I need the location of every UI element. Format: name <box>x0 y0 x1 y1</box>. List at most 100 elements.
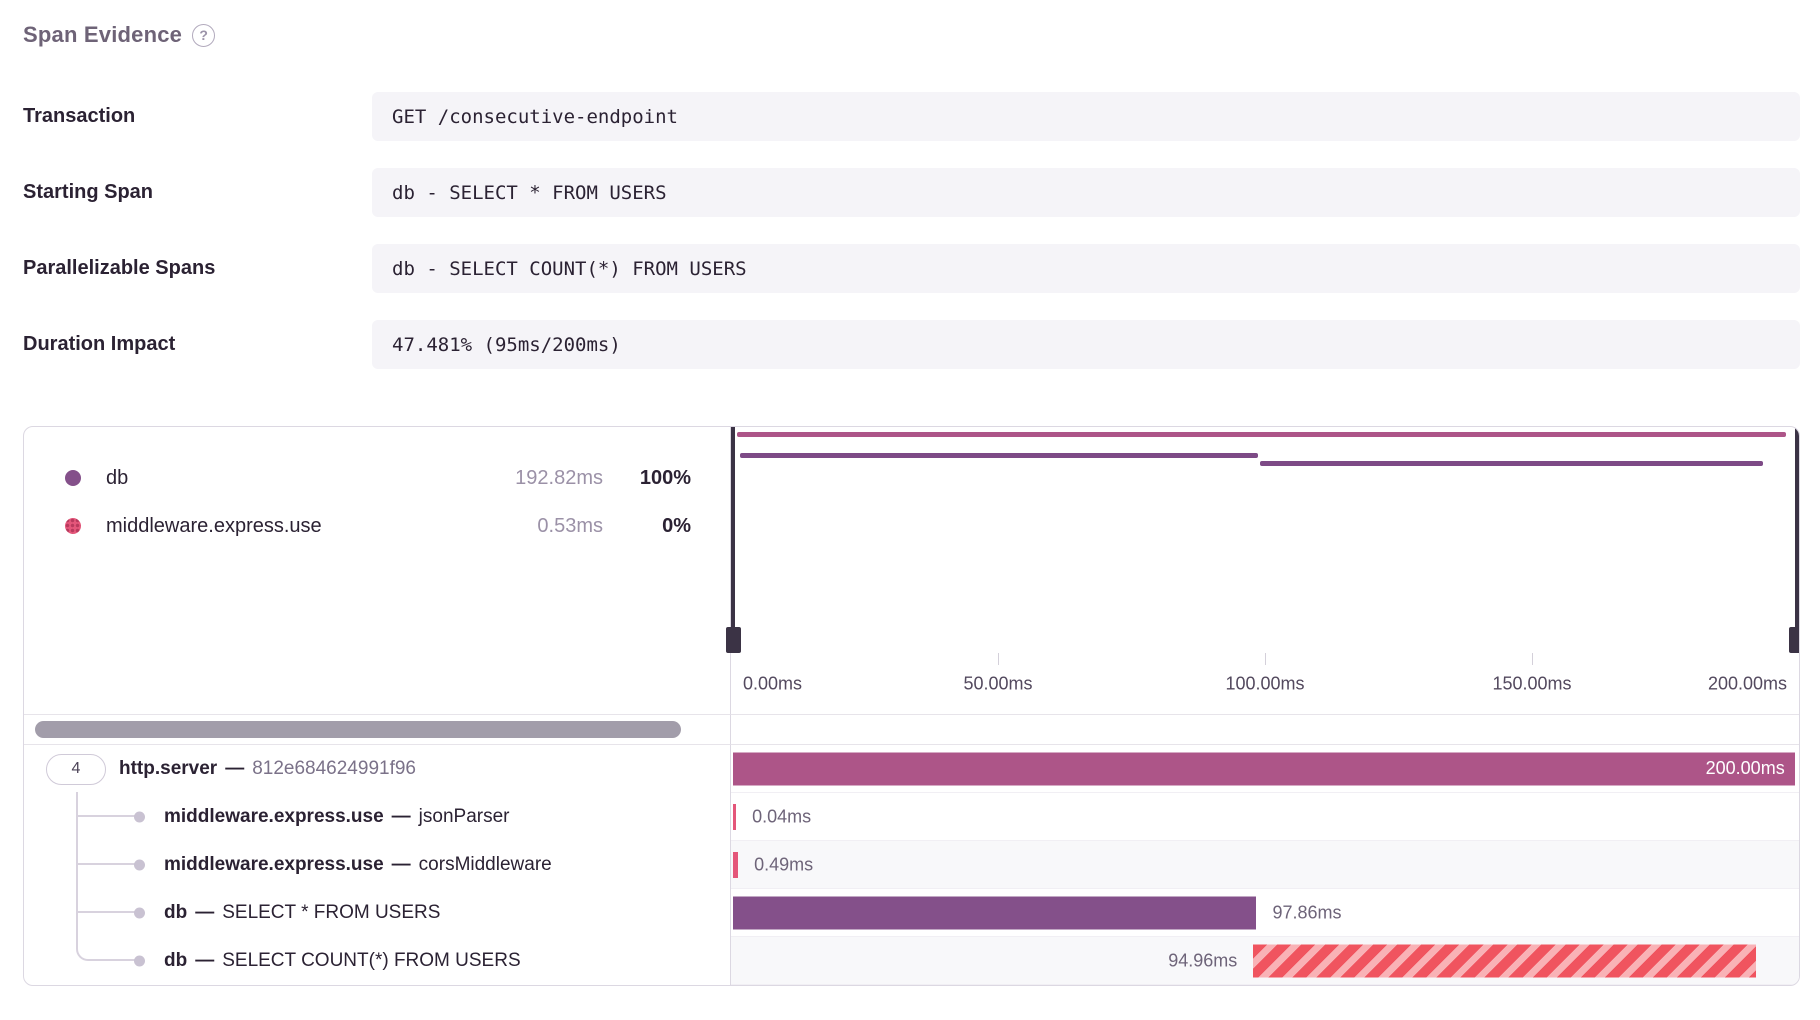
span-tree-row[interactable]: middleware.express.use — corsMiddleware <box>24 841 730 889</box>
horizontal-scrollbar-thumb[interactable] <box>35 721 681 738</box>
span-tree-row[interactable]: middleware.express.use — jsonParser <box>24 793 730 841</box>
legend-series-percent: 100% <box>603 467 691 490</box>
evidence-value-text: 47.481% (95ms/200ms) <box>392 334 621 356</box>
span-operation: db <box>164 950 187 972</box>
span-description: SELECT COUNT(*) FROM USERS <box>222 950 520 972</box>
span-duration-label: 0.04ms <box>752 806 811 827</box>
tree-connector-line <box>76 817 78 842</box>
minimap-span-line <box>737 432 1786 437</box>
evidence-value-text: GET /consecutive-endpoint <box>392 106 678 128</box>
evidence-value-text: db - SELECT * FROM USERS <box>392 182 667 204</box>
legend-series-dot-icon <box>65 518 81 534</box>
tree-connector-line <box>76 913 78 938</box>
tree-connector-elbow <box>76 888 140 913</box>
evidence-value-text: db - SELECT COUNT(*) FROM USERS <box>392 258 747 280</box>
minimap-chart[interactable] <box>730 427 1799 653</box>
span-tree-row[interactable]: 4 http.server — 812e684624991f96 <box>24 745 730 793</box>
tree-node-dot-icon <box>134 956 145 967</box>
span-tree-bars: 200.00ms 0.04ms 0.49ms 97.86ms 94.96ms <box>730 745 1799 985</box>
evidence-value: GET /consecutive-endpoint <box>372 92 1800 141</box>
span-bar-row[interactable]: 0.49ms <box>731 841 1799 889</box>
separator-dash: — <box>225 758 244 780</box>
panel-header: Span Evidence ? <box>23 22 1800 48</box>
minimap-left-grip-icon[interactable] <box>726 627 741 653</box>
separator-dash: — <box>195 902 214 924</box>
tree-node-dot-icon <box>134 812 145 823</box>
separator-dash: — <box>392 806 411 828</box>
span-bar-row[interactable]: 200.00ms <box>731 745 1799 793</box>
span-duration-bar <box>1253 944 1756 977</box>
evidence-label: Parallelizable Spans <box>23 257 372 280</box>
span-operation: middleware.express.use <box>164 806 384 828</box>
span-description: SELECT * FROM USERS <box>222 902 440 924</box>
legend-item: middleware.express.use 0.53ms 0% <box>24 502 730 550</box>
span-bar-row[interactable]: 0.04ms <box>731 793 1799 841</box>
evidence-value: db - SELECT * FROM USERS <box>372 168 1800 217</box>
axis-tick-mark <box>998 653 999 665</box>
evidence-label: Starting Span <box>23 181 372 204</box>
evidence-row: Transaction GET /consecutive-endpoint <box>23 92 1800 141</box>
evidence-value: db - SELECT COUNT(*) FROM USERS <box>372 244 1800 293</box>
axis-tick-mark <box>1265 653 1266 665</box>
evidence-row: Duration Impact 47.481% (95ms/200ms) <box>23 320 1800 369</box>
span-waterfall-panel: db 192.82ms 100% middleware.express.use … <box>23 426 1800 986</box>
evidence-label: Duration Impact <box>23 333 372 356</box>
scrollbar-row-right <box>730 714 1799 745</box>
evidence-key-value-list: Transaction GET /consecutive-endpoint St… <box>23 92 1800 369</box>
axis-tick-label: 200.00ms <box>1708 673 1787 694</box>
span-duration-label: 97.86ms <box>1272 902 1341 923</box>
span-tree-row[interactable]: db — SELECT COUNT(*) FROM USERS <box>24 937 730 985</box>
axis-tick-mark <box>1532 653 1533 665</box>
minimap-span-line <box>1260 461 1763 466</box>
span-children-count-pill[interactable]: 4 <box>46 754 106 785</box>
span-legend: db 192.82ms 100% middleware.express.use … <box>24 427 730 714</box>
span-duration-label: 200.00ms <box>1706 758 1785 779</box>
axis-tick-label: 0.00ms <box>743 673 802 694</box>
legend-series-name: middleware.express.use <box>106 515 322 538</box>
time-axis: 0.00ms 50.00ms 100.00ms 150.00ms 200.00ms <box>730 653 1799 714</box>
span-tree-labels: 4 http.server — 812e684624991f96 middlew… <box>24 745 730 985</box>
tree-connector-elbow <box>76 840 140 865</box>
legend-series-duration: 192.82ms <box>473 467 603 490</box>
span-bar-row[interactable]: 97.86ms <box>731 889 1799 937</box>
axis-tick-label: 100.00ms <box>1225 673 1304 694</box>
separator-dash: — <box>392 854 411 876</box>
evidence-row: Parallelizable Spans db - SELECT COUNT(*… <box>23 244 1800 293</box>
tree-node-dot-icon <box>134 860 145 871</box>
tree-connector-elbow <box>76 936 140 961</box>
help-icon[interactable]: ? <box>192 24 215 47</box>
page-title: Span Evidence <box>23 22 182 48</box>
span-operation: http.server <box>119 758 217 780</box>
minimap-right-handle[interactable] <box>1795 427 1799 653</box>
span-duration-label: 0.49ms <box>754 854 813 875</box>
minimap-span-line <box>740 453 1258 458</box>
span-description: corsMiddleware <box>419 854 552 876</box>
evidence-label: Transaction <box>23 105 372 128</box>
minimap-left-handle[interactable] <box>731 427 735 653</box>
legend-series-duration: 0.53ms <box>473 515 603 538</box>
span-duration-label: 94.96ms <box>1168 950 1237 971</box>
separator-dash: — <box>195 950 214 972</box>
legend-series-name: db <box>106 467 128 490</box>
span-duration-bar <box>733 804 736 830</box>
span-operation: middleware.express.use <box>164 854 384 876</box>
span-description: 812e684624991f96 <box>252 758 416 780</box>
span-bar-row[interactable]: 94.96ms <box>731 937 1799 985</box>
span-duration-bar <box>733 852 738 878</box>
span-duration-bar: 200.00ms <box>733 752 1795 785</box>
span-description: jsonParser <box>419 806 510 828</box>
minimap-right-grip-icon[interactable] <box>1789 627 1800 653</box>
span-operation: db <box>164 902 187 924</box>
evidence-value: 47.481% (95ms/200ms) <box>372 320 1800 369</box>
span-duration-bar <box>733 896 1256 929</box>
legend-item: db 192.82ms 100% <box>24 454 730 502</box>
axis-tick-label: 150.00ms <box>1492 673 1571 694</box>
scrollbar-track[interactable] <box>24 714 730 745</box>
legend-series-percent: 0% <box>603 515 691 538</box>
span-tree-row[interactable]: db — SELECT * FROM USERS <box>24 889 730 937</box>
tree-node-dot-icon <box>134 908 145 919</box>
tree-connector-line <box>76 865 78 890</box>
legend-series-dot-icon <box>65 470 81 486</box>
axis-tick-label: 50.00ms <box>963 673 1032 694</box>
evidence-row: Starting Span db - SELECT * FROM USERS <box>23 168 1800 217</box>
